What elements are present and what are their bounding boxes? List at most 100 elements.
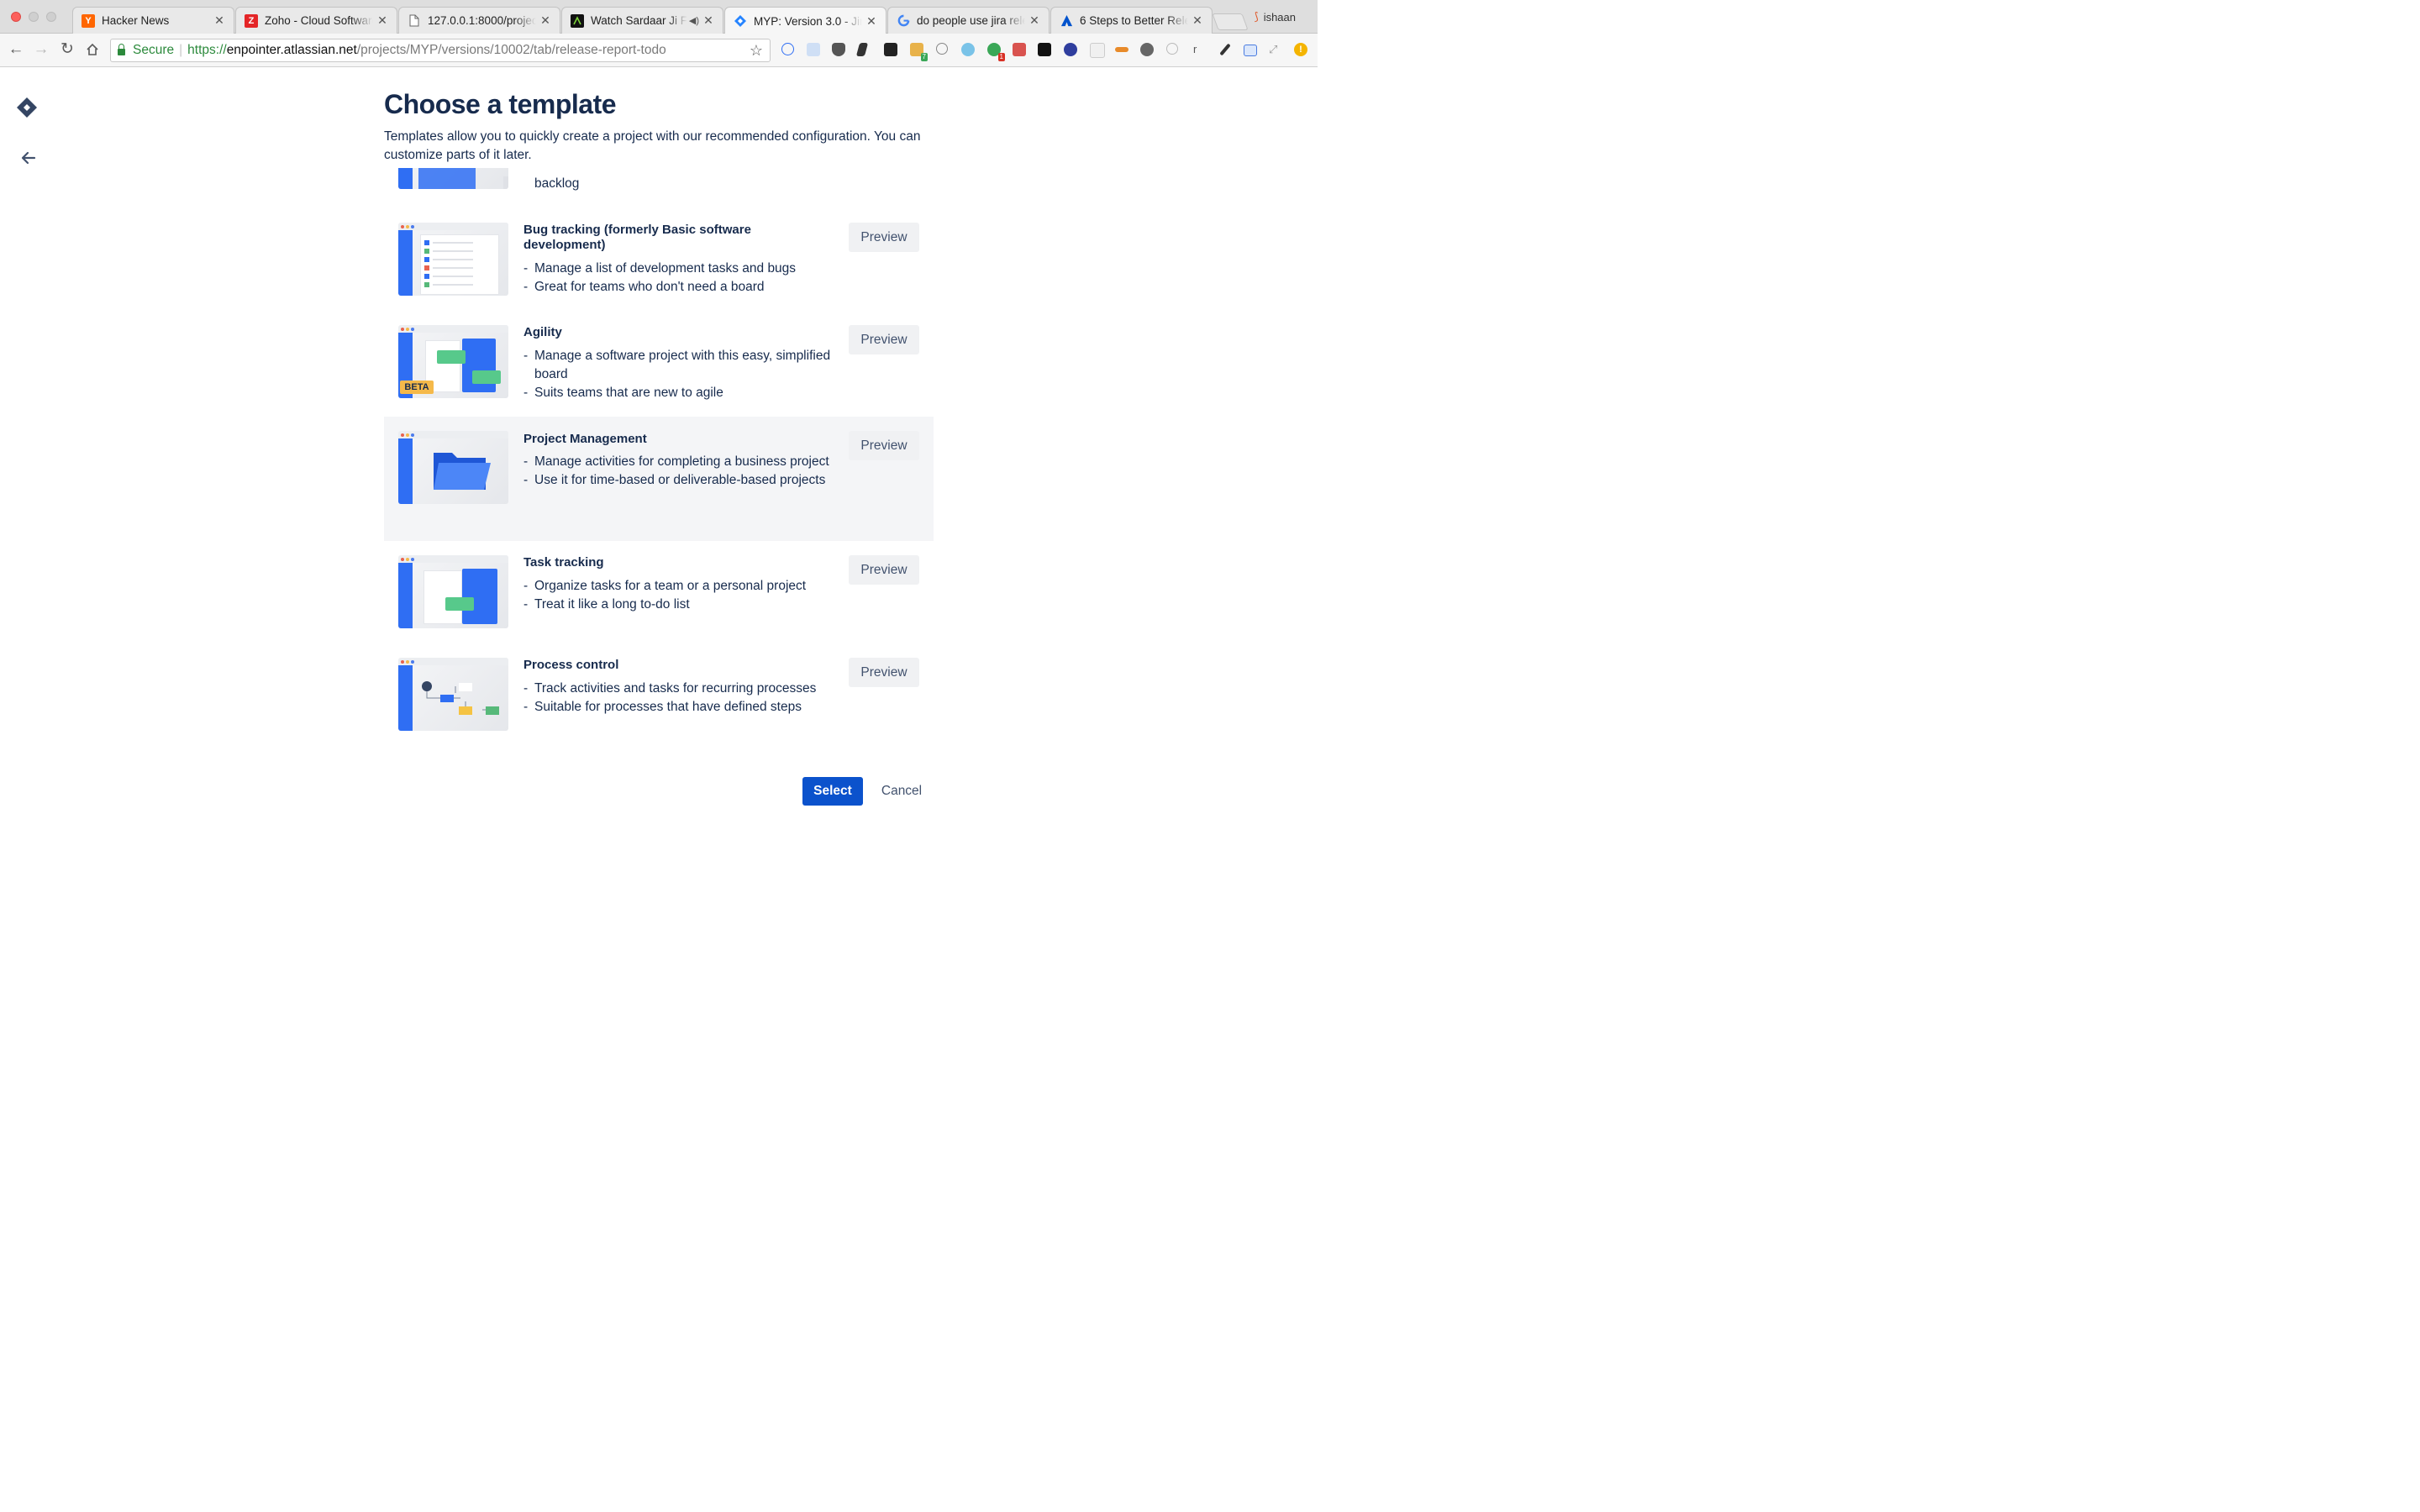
browser-tab-google[interactable]: do people use jira releases ✕ bbox=[887, 7, 1050, 34]
preview-button[interactable]: Preview bbox=[849, 555, 919, 585]
browser-tab-hacker-news[interactable]: Y Hacker News ✕ bbox=[72, 7, 234, 34]
template-bullet: Organize tasks for a team or a personal … bbox=[523, 577, 836, 596]
tab-close-icon[interactable]: ✕ bbox=[1192, 13, 1203, 28]
extension-a-icon[interactable] bbox=[781, 43, 794, 55]
template-bullet: Use it for time-based or deliverable-bas… bbox=[523, 471, 836, 490]
agility-thumbnail: BETA bbox=[398, 325, 508, 398]
alert-icon[interactable]: ! bbox=[1294, 43, 1307, 56]
lock-icon bbox=[118, 44, 125, 55]
forward-arrow-icon[interactable]: → bbox=[32, 40, 50, 59]
extension-arc-icon[interactable] bbox=[1115, 47, 1128, 52]
extension-orb-icon[interactable] bbox=[1064, 43, 1077, 56]
address-bar[interactable]: Secure | https:// enpointer.atlassian.ne… bbox=[110, 39, 771, 62]
window-minimize-control[interactable] bbox=[29, 12, 39, 22]
template-bullets: Manage a list of development tasks and b… bbox=[523, 260, 836, 297]
window-close-control[interactable] bbox=[11, 12, 21, 22]
thumbnail-scroll bbox=[503, 176, 508, 189]
tab-close-icon[interactable]: ✕ bbox=[1028, 13, 1040, 28]
hacker-news-favicon: Y bbox=[82, 13, 95, 28]
template-list[interactable]: backlog Bug tracking (formerly Basic sof… bbox=[384, 168, 934, 739]
cancel-button[interactable]: Cancel bbox=[872, 777, 931, 806]
template-item-project-management[interactable]: Project Management Manage activities for… bbox=[384, 417, 934, 541]
tab-title: Hacker News bbox=[102, 14, 170, 27]
extension-person-icon[interactable] bbox=[961, 43, 975, 56]
template-partial-label: backlog bbox=[534, 176, 580, 191]
skype-icon[interactable] bbox=[1166, 43, 1178, 55]
extension-red-icon[interactable] bbox=[1013, 43, 1026, 56]
address-separator: | bbox=[179, 43, 183, 57]
thumbnail-sidebar bbox=[398, 168, 413, 189]
select-button[interactable]: Select bbox=[802, 777, 863, 806]
beta-badge: BETA bbox=[400, 381, 434, 394]
clock-icon[interactable] bbox=[936, 43, 948, 55]
extension-globe-icon[interactable] bbox=[1140, 43, 1154, 56]
tab-close-icon[interactable]: ✕ bbox=[539, 13, 551, 28]
template-item-agility[interactable]: BETA Agility Manage a software project w… bbox=[384, 317, 934, 422]
home-icon[interactable] bbox=[83, 40, 102, 59]
template-bullet: Manage a software project with this easy… bbox=[523, 347, 836, 384]
template-bullets: Manage a software project with this easy… bbox=[523, 347, 836, 402]
extension-window-icon[interactable] bbox=[1244, 45, 1257, 56]
tab-title: 6 Steps to Better Releases bbox=[1080, 14, 1188, 27]
template-item-task-tracking[interactable]: Task tracking Organize tasks for a team … bbox=[384, 547, 934, 639]
extension-r-icon[interactable]: r bbox=[1193, 43, 1200, 56]
task-tracking-thumbnail bbox=[398, 555, 508, 628]
template-item-process-control[interactable]: Process control Track activities and tas… bbox=[384, 649, 934, 739]
browser-tab-zoho[interactable]: Z Zoho - Cloud Software ✕ bbox=[235, 7, 397, 34]
tab-title: Watch Sardaar Ji F bbox=[591, 14, 687, 27]
template-bullet: Manage a list of development tasks and b… bbox=[523, 260, 836, 278]
template-item-bug-tracking[interactable]: Bug tracking (formerly Basic software de… bbox=[384, 214, 934, 307]
pocket-icon[interactable] bbox=[832, 43, 845, 56]
browser-tab-localhost[interactable]: 127.0.0.1:8000/projects ✕ bbox=[398, 7, 560, 34]
audio-playing-icon[interactable]: ◀) bbox=[689, 15, 699, 26]
browser-tab-video[interactable]: Watch Sardaar Ji F ◀) ✕ bbox=[561, 7, 723, 34]
template-item-partial[interactable]: backlog bbox=[384, 168, 934, 193]
bookmark-star-icon[interactable]: ☆ bbox=[750, 42, 763, 60]
template-title: Task tracking bbox=[523, 555, 604, 570]
template-bullets: Organize tasks for a team or a personal … bbox=[523, 577, 836, 614]
preview-button[interactable]: Preview bbox=[849, 325, 919, 354]
tab-title: MYP: Version 3.0 - Jira bbox=[754, 14, 862, 28]
extension-blank-icon[interactable] bbox=[1090, 43, 1105, 58]
window-zoom-control[interactable] bbox=[46, 12, 56, 22]
extension-slash-icon[interactable] bbox=[855, 43, 869, 56]
jira-logo-icon[interactable] bbox=[17, 97, 37, 118]
template-bullet: Suits teams that are new to agile bbox=[523, 384, 836, 402]
project-management-thumbnail bbox=[398, 431, 508, 504]
google-favicon bbox=[897, 14, 910, 28]
extension-layers-icon[interactable] bbox=[884, 43, 897, 56]
browser-tab-jira[interactable]: MYP: Version 3.0 - Jira ✕ bbox=[724, 7, 886, 34]
extension-feather-icon[interactable] bbox=[807, 43, 820, 56]
template-title: Bug tracking (formerly Basic software de… bbox=[523, 223, 751, 252]
preview-button[interactable]: Preview bbox=[849, 431, 919, 460]
atlassian-favicon bbox=[1060, 14, 1073, 28]
extension-h-icon[interactable] bbox=[1038, 43, 1051, 56]
jira-favicon bbox=[734, 14, 747, 28]
tab-close-icon[interactable]: ✕ bbox=[376, 13, 388, 28]
document-favicon bbox=[408, 14, 421, 28]
tab-close-icon[interactable]: ✕ bbox=[865, 14, 877, 29]
preview-button[interactable]: Preview bbox=[849, 223, 919, 252]
expand-icon[interactable]: ⤢ bbox=[1269, 43, 1282, 56]
eyedropper-icon[interactable] bbox=[1219, 43, 1231, 56]
extension-calendar-icon[interactable]: 7 bbox=[910, 43, 928, 61]
preview-button[interactable]: Preview bbox=[849, 658, 919, 687]
profile-name: ishaan bbox=[1263, 10, 1296, 24]
tab-close-icon[interactable]: ✕ bbox=[702, 13, 714, 28]
browser-profile[interactable]: ⟆ ishaan bbox=[1255, 10, 1296, 24]
url-path: /projects/MYP/versions/10002/tab/release… bbox=[356, 43, 666, 57]
back-arrow-icon[interactable] bbox=[20, 150, 37, 171]
tab-title: 127.0.0.1:8000/projects bbox=[428, 14, 536, 27]
template-bullet: Suitable for processes that have defined… bbox=[523, 698, 836, 717]
browser-tab-atlassian[interactable]: 6 Steps to Better Releases ✕ bbox=[1050, 7, 1213, 34]
back-arrow-icon[interactable]: ← bbox=[7, 40, 25, 59]
reload-icon[interactable]: ↻ bbox=[58, 40, 76, 59]
tab-close-icon[interactable]: ✕ bbox=[213, 13, 225, 28]
template-title: Process control bbox=[523, 658, 619, 672]
page-title: Choose a template bbox=[384, 89, 617, 119]
extension-g-icon[interactable]: 1 bbox=[987, 43, 1005, 61]
browser-toolbar: ← → ↻ Secure | https:// enpointer.atlass… bbox=[0, 34, 1318, 67]
new-tab-button[interactable] bbox=[1212, 13, 1249, 30]
template-title: Project Management bbox=[523, 432, 647, 446]
url-host: enpointer.atlassian.net bbox=[226, 43, 357, 57]
